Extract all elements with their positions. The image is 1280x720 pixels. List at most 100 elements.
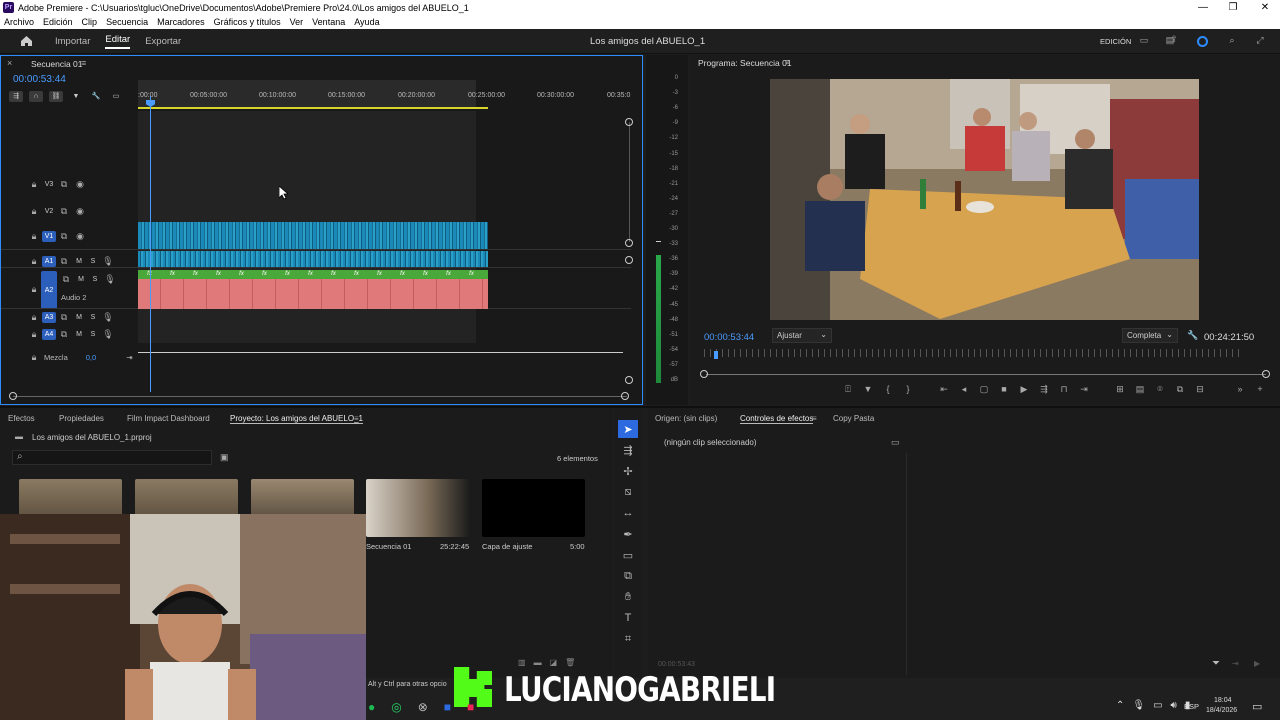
scroll-handle[interactable] — [625, 376, 633, 384]
hand-icon[interactable]: ✋︎ — [618, 588, 638, 606]
solo-button[interactable]: S — [88, 274, 102, 285]
wrench-icon[interactable]: 🔧 — [1185, 330, 1201, 341]
track-label-a1[interactable]: A1 — [42, 255, 56, 267]
quality-dropdown[interactable]: Completa ⌄ — [1122, 328, 1178, 343]
camera-icon[interactable]: ⌾ — [1152, 384, 1168, 395]
network-icon[interactable]: ▭ — [1153, 700, 1162, 711]
step-back-icon[interactable]: ◂ — [956, 384, 972, 395]
overwrite-icon[interactable]: ⊓ — [1056, 384, 1072, 395]
track-select-icon[interactable]: ⇶ — [618, 441, 638, 459]
slip-icon[interactable]: ↔ — [618, 504, 638, 522]
menu-marcadores[interactable]: Marcadores — [157, 17, 205, 27]
menu-archivo[interactable]: Archivo — [4, 17, 34, 27]
sync-icon[interactable]: ⧉ — [56, 206, 72, 217]
razor-icon[interactable]: ⧅ — [618, 483, 638, 501]
solo-button[interactable]: S — [86, 329, 100, 340]
sync-icon[interactable]: ⧉ — [56, 329, 72, 340]
tab-efectos[interactable]: Efectos — [8, 414, 35, 423]
tab-menu-icon[interactable]: ≡ — [812, 414, 817, 423]
wrench-icon[interactable]: 🔧 — [89, 91, 103, 102]
app-taskbar-icon[interactable]: ■ — [467, 700, 474, 714]
linked-selection-icon[interactable]: ⛓ — [49, 91, 63, 102]
marker-icon[interactable]: ▼ — [69, 91, 83, 102]
go-to-out-icon[interactable]: ⇥ — [1076, 384, 1092, 395]
track-v1[interactable]: 🔒︎ V1 ⧉ ◉ — [1, 228, 137, 244]
mute-button[interactable]: M — [74, 274, 88, 285]
add-marker-icon[interactable]: ▼ — [860, 384, 876, 395]
track-label-a3[interactable]: A3 — [42, 311, 56, 323]
play-audio-icon[interactable]: ▶ — [1254, 659, 1260, 668]
premiere-taskbar-icon[interactable]: ■ — [444, 700, 451, 714]
item-name[interactable]: Secuencia 01 — [366, 542, 411, 551]
menu-ver[interactable]: Ver — [290, 17, 304, 27]
tab-propiedades[interactable]: Propiedades — [59, 414, 104, 423]
zoom-handle-right[interactable] — [1262, 370, 1270, 378]
solo-button[interactable]: S — [86, 256, 100, 267]
panel-toggle-icon[interactable]: ▭ — [891, 437, 900, 448]
filter-icon[interactable]: ⏷ — [1212, 658, 1220, 669]
bin-icon[interactable]: ▬ — [534, 658, 542, 667]
mix-value[interactable]: 0,0 — [86, 353, 96, 362]
chevron-up-icon[interactable]: ⌃ — [1116, 700, 1124, 711]
track-label-v3[interactable]: V3 — [42, 179, 56, 190]
track-v2[interactable]: 🔒︎ V2 ⧉ ◉ — [1, 203, 137, 219]
mark-in-icon[interactable]: { — [880, 384, 896, 395]
tab-menu-icon[interactable]: ≡ — [354, 414, 359, 423]
menu-edicion[interactable]: Edición — [43, 17, 73, 27]
insert-sequence-icon[interactable]: ⇶ — [9, 91, 23, 102]
lock-icon[interactable]: 🔒︎ — [26, 231, 42, 242]
multicam-icon[interactable]: ⧉ — [1172, 384, 1188, 395]
menu-ventana[interactable]: Ventana — [312, 17, 345, 27]
scroll-handle[interactable] — [625, 118, 633, 126]
progress-icon[interactable] — [1197, 36, 1208, 47]
sync-icon[interactable]: ⧉ — [56, 179, 72, 190]
item-name[interactable]: Capa de ajuste — [482, 542, 532, 551]
clock-time[interactable]: 18:04 — [1214, 697, 1232, 704]
pen-icon[interactable]: ✒ — [618, 525, 638, 543]
eye-icon[interactable]: ◉ — [72, 231, 88, 242]
adjustment-layer-thumbnail[interactable] — [482, 479, 585, 537]
close-tab-icon[interactable]: × — [7, 58, 12, 68]
type-on-icon[interactable]: ⧉ — [618, 567, 638, 585]
fit-dropdown[interactable]: Ajustar ⌄ — [772, 328, 832, 343]
tab-menu-icon[interactable]: ≡ — [785, 57, 790, 67]
mic-icon[interactable]: 🎙︎ — [102, 274, 118, 285]
solo-button[interactable]: S — [86, 312, 100, 323]
fullscreen-icon[interactable]: ⤢ — [1252, 35, 1268, 46]
sync-icon[interactable]: ⧉ — [56, 256, 72, 267]
safe-margins-icon[interactable]: ▢ — [976, 384, 992, 395]
export-frame-icon[interactable]: ⇥ — [1232, 659, 1239, 668]
h-scroll-right[interactable] — [621, 392, 629, 400]
zoom-handle-left[interactable] — [700, 370, 708, 378]
extract-icon[interactable]: ⍐ — [840, 384, 856, 395]
track-v3[interactable]: 🔒︎ V3 ⧉ ◉ — [1, 176, 137, 192]
rectangle-icon[interactable]: ▭ — [618, 546, 638, 564]
time-ruler[interactable] — [704, 349, 1244, 357]
go-to-in-icon[interactable]: ⇤ — [936, 384, 952, 395]
lock-icon[interactable]: 🔒︎ — [26, 179, 42, 190]
more-icon[interactable]: » — [1232, 384, 1248, 395]
lock-icon[interactable]: 🔒︎ — [26, 206, 42, 217]
fx-badge[interactable]: fx — [460, 270, 483, 279]
fx-badge[interactable]: fx — [437, 270, 460, 279]
add-button-icon[interactable]: + — [1252, 384, 1268, 395]
video-clip[interactable] — [138, 222, 488, 249]
track-label-v1[interactable]: V1 — [42, 230, 56, 242]
mute-button[interactable]: M — [72, 329, 86, 340]
restore-icon[interactable]: ❐ — [1218, 0, 1248, 15]
scroll-handle[interactable] — [625, 239, 633, 247]
fx-badge[interactable]: fx — [299, 270, 322, 279]
new-item-icon[interactable]: ◪ — [550, 658, 558, 667]
tab-origen[interactable]: Origen: (sin clips) — [655, 414, 717, 423]
track-label-v2[interactable]: V2 — [42, 206, 56, 217]
audio-clip-a2[interactable] — [138, 279, 488, 309]
comparison-icon[interactable]: ▤ — [1132, 384, 1148, 395]
new-bin-icon[interactable]: ▣ — [220, 452, 229, 463]
tab-importar[interactable]: Importar — [55, 36, 90, 47]
sequence-tab[interactable]: Secuencia 01 — [31, 59, 83, 69]
tab-film-impact[interactable]: Film Impact Dashboard — [127, 414, 210, 423]
search-input[interactable]: ⌕ — [12, 450, 212, 465]
workspace-label[interactable]: EDICIÓN — [1100, 37, 1131, 46]
close-icon[interactable]: ✕ — [1250, 0, 1280, 15]
lock-icon[interactable]: 🔒︎ — [26, 329, 42, 340]
